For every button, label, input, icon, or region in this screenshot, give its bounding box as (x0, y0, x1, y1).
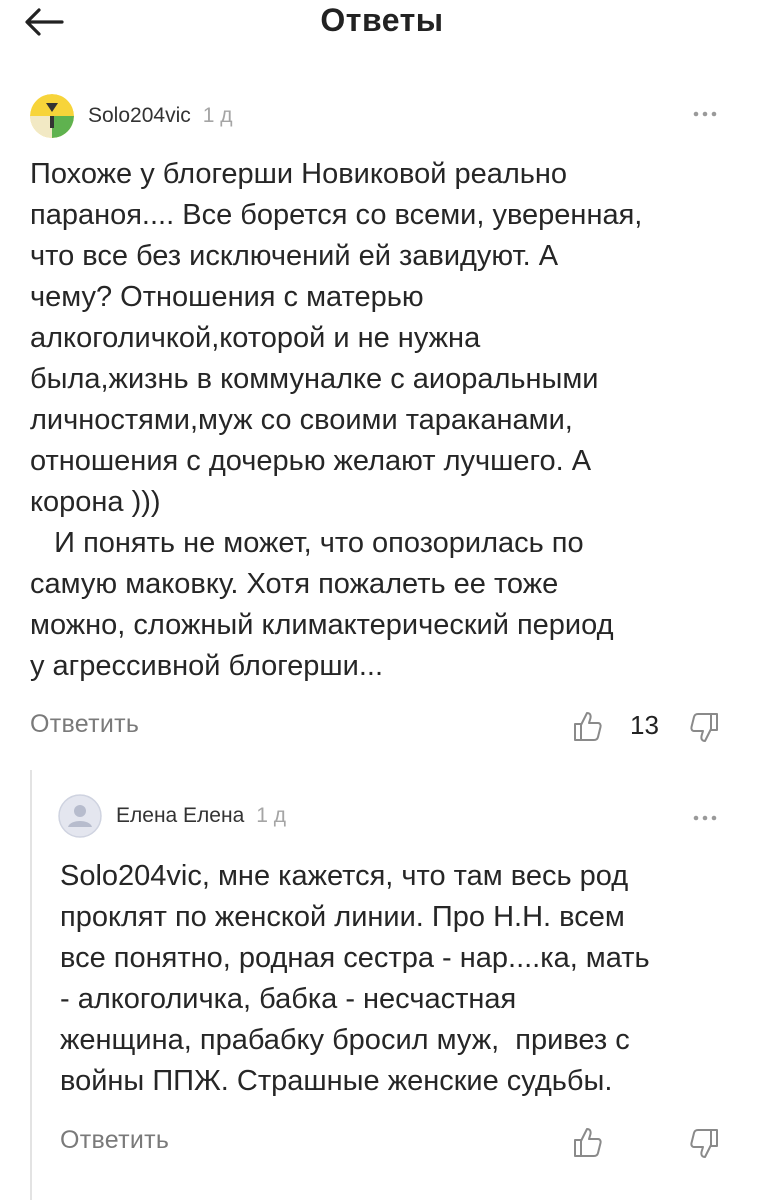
reply-header: Елена Елена 1 д (58, 794, 286, 838)
dislike-button[interactable] (690, 1128, 720, 1165)
top-bar: Ответы (0, 0, 764, 60)
comment-text: Похоже у блогерши Новиковой реально пара… (30, 158, 643, 682)
avatar[interactable] (58, 794, 102, 838)
thumbs-down-icon (690, 713, 718, 742)
like-button[interactable] (572, 1126, 602, 1163)
author-name[interactable]: Solo204vic (88, 104, 191, 128)
like-count: 13 (630, 710, 659, 740)
avatar[interactable] (30, 94, 74, 138)
more-dots-icon (693, 815, 717, 821)
comment-time: 1 д (256, 804, 287, 827)
reply-button[interactable]: Ответить (30, 710, 139, 739)
page-title: Ответы (320, 2, 444, 38)
like-button[interactable] (572, 710, 602, 747)
comment-header: Solo204vic 1 д (30, 94, 233, 138)
more-options-button[interactable] (692, 106, 718, 124)
more-dots-icon (693, 111, 717, 117)
thumbs-down-icon (690, 1129, 718, 1158)
thread-line (30, 770, 32, 1200)
more-options-button[interactable] (692, 810, 718, 828)
author-name[interactable]: Елена Елена (116, 804, 244, 828)
reply-button[interactable]: Ответить (60, 1126, 169, 1155)
thumbs-up-icon (574, 712, 602, 741)
thumbs-up-icon (574, 1128, 602, 1157)
comment-time: 1 д (202, 104, 233, 127)
dislike-button[interactable] (690, 712, 720, 749)
comment-text: Solo204vic, мне кажется, что там весь ро… (60, 860, 650, 1097)
